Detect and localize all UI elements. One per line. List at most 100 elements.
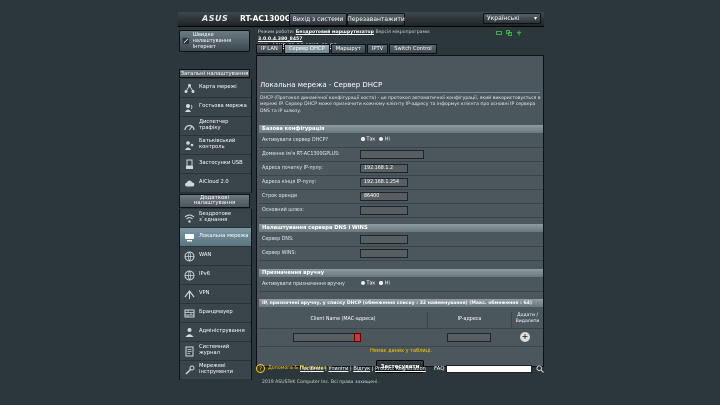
- lease-time-row: Строк оренди 86400: [259, 190, 543, 204]
- manual-assignment-row: Активувати призначення вручну Так Ні: [259, 278, 543, 292]
- firmware-label: Версія мікропрограми:: [375, 30, 431, 35]
- add-entry-button[interactable]: +: [520, 332, 530, 342]
- pool-start-row: Адреса початку IP-пулу: 192.168.1.2: [259, 162, 543, 176]
- sidebar-item-label: Карта мережі: [199, 84, 237, 91]
- manual-link[interactable]: Посібник: [300, 366, 324, 372]
- search-icon[interactable]: [536, 365, 544, 373]
- pool-start-input[interactable]: 192.168.1.2: [360, 164, 408, 173]
- sidebar-item-label: IPv6: [199, 271, 211, 278]
- sidebar-item-network-tools[interactable]: Мережеві інструменти: [180, 361, 251, 380]
- network-map-icon: [184, 83, 195, 93]
- gateway-label: Основний шлюз:: [262, 208, 304, 213]
- gateway-input[interactable]: [360, 206, 408, 215]
- guest-network-icon: [185, 103, 193, 112]
- manual-assignment-header: Призначення вручну: [259, 269, 543, 277]
- link-icon[interactable]: [506, 30, 512, 36]
- sidebar-item-label: Гостьова мережа: [199, 103, 247, 110]
- utilities-link[interactable]: Утиліти: [328, 366, 348, 372]
- globe-icon: [184, 251, 195, 262]
- lease-time-label: Строк оренди: [262, 194, 298, 199]
- firewall-icon: [184, 309, 195, 317]
- manual-ip-input[interactable]: [447, 333, 491, 342]
- feedback-link[interactable]: Відгук: [353, 366, 370, 372]
- sidebar-item-wireless[interactable]: Бездротове з`єднання: [180, 209, 251, 228]
- column-client-name: Client Name (MAC-адреса): [259, 312, 428, 328]
- tab-switch-control[interactable]: Switch Control: [389, 44, 437, 54]
- page-title: Локальна мережа - Сервер DHCP: [260, 81, 383, 89]
- help-icon: ?: [256, 364, 265, 373]
- log-icon: [185, 346, 194, 356]
- sidebar-item-label: Бездротове з`єднання: [199, 211, 232, 223]
- radio-label: Ні: [384, 281, 390, 287]
- faq-search-input[interactable]: [446, 365, 532, 373]
- sidebar-item-aicloud[interactable]: AiCloud 2.0: [180, 174, 251, 193]
- tab-dhcp-server[interactable]: Сервер DHCP: [283, 44, 330, 54]
- status-icons: [496, 30, 522, 36]
- sidebar-item-usb-apps[interactable]: Застосунки USB: [180, 155, 251, 174]
- asus-logo: ASUS: [202, 14, 229, 23]
- sidebar-item-parental-control[interactable]: Батьківський контроль: [180, 136, 251, 155]
- tab-iptv[interactable]: IPTV: [366, 44, 389, 54]
- sidebar-item-label: Системний журнал: [199, 344, 230, 356]
- sidebar-item-lan[interactable]: Локальна мережа: [180, 228, 251, 247]
- dns-wins-header: Налаштування сервера DNS і WINS: [259, 224, 543, 232]
- sidebar-item-label: Брандмауер: [199, 309, 233, 316]
- domain-name-input[interactable]: [360, 150, 424, 159]
- language-value: Українські: [487, 15, 520, 22]
- tab-route[interactable]: Маршрут: [330, 44, 366, 54]
- reboot-button[interactable]: Перезавантажити: [347, 13, 405, 26]
- sidebar-item-system-log[interactable]: Системний журнал: [180, 342, 251, 361]
- sidebar-item-label: AiCloud 2.0: [199, 179, 229, 186]
- dns-server-input[interactable]: [360, 235, 408, 244]
- lease-time-input[interactable]: 86400: [360, 192, 408, 201]
- quick-internet-setup-button[interactable]: Швидке налаштування Інтернет: [179, 30, 250, 52]
- printer-icon[interactable]: [496, 30, 502, 36]
- enable-dhcp-yes-radio[interactable]: Так: [361, 137, 375, 143]
- language-select[interactable]: Українські ▾: [483, 13, 541, 24]
- sidebar-item-label: Адміністрування: [199, 328, 245, 335]
- gateway-row: Основний шлюз:: [259, 204, 543, 218]
- wizard-icon: [182, 37, 189, 45]
- chevron-down-icon: ▾: [533, 15, 537, 22]
- domain-name-label: Доменне ім'я RT-AC1300GPLUS:: [262, 152, 340, 157]
- enable-dhcp-no-radio[interactable]: Ні: [379, 137, 390, 143]
- sidebar-item-traffic-manager[interactable]: Диспетчер трафіку: [180, 117, 251, 136]
- sidebar-item-label: VPN: [199, 290, 210, 297]
- product-registration-link[interactable]: Product Registration: [375, 366, 426, 372]
- advanced-menu: Бездротове з`єднання Локальна мережа WAN…: [179, 209, 252, 380]
- enable-dhcp-radios: Так Ні: [361, 137, 390, 143]
- top-header: ASUS RT-AC1300GPLUS Вихід з системи Пере…: [178, 12, 544, 27]
- mac-address-select[interactable]: [293, 333, 361, 342]
- domain-name-row: Доменне ім'я RT-AC1300GPLUS:: [259, 148, 543, 162]
- wireless-icon: [184, 214, 195, 223]
- dns-server-row: Сервер DNS:: [259, 233, 543, 247]
- usb-icon: [186, 159, 193, 169]
- dropdown-arrow-icon[interactable]: [354, 333, 361, 342]
- title-divider: [260, 92, 540, 93]
- sidebar-item-guest-network[interactable]: Гостьова мережа: [180, 98, 251, 117]
- manual-assignment-yes-radio[interactable]: Так: [361, 281, 375, 287]
- sidebar-item-vpn[interactable]: VPN: [180, 285, 251, 304]
- tab-bar: IP LAN Сервер DHCP Маршрут IPTV Switch C…: [256, 44, 437, 54]
- tab-ip-lan[interactable]: IP LAN: [256, 44, 283, 54]
- manual-assignment-no-radio[interactable]: Ні: [379, 281, 390, 287]
- sidebar-item-network-map[interactable]: Карта мережі: [180, 79, 251, 98]
- pool-end-input[interactable]: 192.168.1.254: [360, 178, 408, 187]
- general-settings-header: Загальні налаштування: [179, 69, 250, 78]
- svg-text:?: ?: [259, 366, 262, 373]
- logout-button[interactable]: Вихід з системи: [289, 13, 347, 26]
- firmware-link[interactable]: 3.0.0.4.380_8457: [258, 37, 302, 42]
- wins-server-label: Сервер WINS:: [262, 251, 297, 256]
- sidebar-item-firewall[interactable]: Брандмауер: [180, 304, 251, 323]
- ipv6-globe-icon: [184, 270, 195, 281]
- usb-status-icon[interactable]: [516, 30, 522, 36]
- wins-server-input[interactable]: [360, 249, 408, 258]
- sidebar-item-label: WAN: [199, 252, 212, 259]
- pool-end-label: Адреса кінця IP-пулу:: [262, 180, 317, 185]
- sidebar-item-ipv6[interactable]: IPv6: [180, 266, 251, 285]
- enable-dhcp-row: Активувати сервер DHCP? Так Ні: [259, 134, 543, 148]
- radio-label: Так: [366, 281, 376, 287]
- sidebar-item-administration[interactable]: Адміністрування: [180, 323, 251, 342]
- sidebar-item-wan[interactable]: WAN: [180, 247, 251, 266]
- mode-link[interactable]: Бездротовий маршрутизатор: [296, 30, 374, 35]
